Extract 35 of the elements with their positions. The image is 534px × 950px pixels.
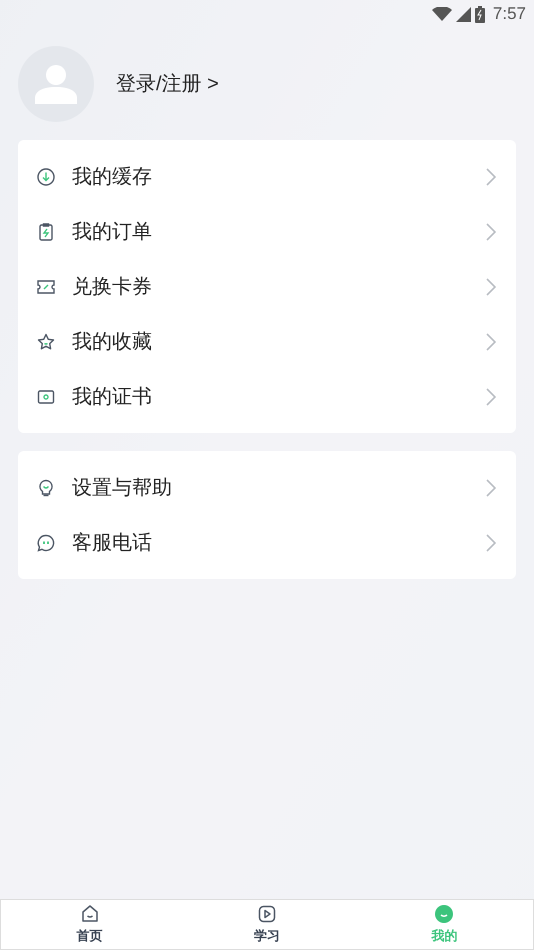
login-register-link[interactable]: 登录/注册 > — [116, 69, 219, 99]
chat-icon — [36, 532, 56, 552]
menu-item-label: 客服电话 — [72, 530, 153, 556]
chevron-right-icon — [486, 388, 496, 406]
nav-tab[interactable]: 首页 — [1, 900, 178, 949]
person-icon — [35, 64, 77, 104]
menu-item[interactable]: 我的缓存 — [18, 149, 516, 204]
status-time: 7:57 — [492, 3, 526, 26]
chevron-right-icon — [486, 332, 496, 350]
download-icon — [36, 166, 56, 186]
battery-icon — [474, 6, 485, 22]
chevron-right-icon — [486, 222, 496, 240]
wifi-icon — [432, 7, 452, 21]
menu-item-label: 设置与帮助 — [72, 476, 173, 500]
chevron-right-icon — [486, 278, 496, 296]
star-icon — [36, 332, 56, 352]
menu-item-label: 我的收藏 — [72, 330, 153, 354]
chevron-right-icon — [486, 478, 496, 496]
chevron-right-icon — [486, 534, 496, 552]
nav-tab[interactable]: 学习 — [178, 900, 356, 949]
home-icon — [80, 904, 100, 924]
menu-item[interactable]: 我的订单 — [18, 204, 516, 259]
smile-icon — [434, 904, 454, 924]
play-icon — [256, 904, 277, 924]
menu-item[interactable]: 设置与帮助 — [18, 460, 516, 515]
signal-icon — [456, 6, 471, 22]
menu-item[interactable]: 兑换卡券 — [18, 259, 516, 314]
menu-item-label: 我的缓存 — [72, 164, 153, 190]
menu-item[interactable]: 我的收藏 — [18, 314, 516, 369]
menu-item-label: 我的证书 — [72, 384, 153, 410]
menu-item-label: 兑换卡券 — [72, 274, 153, 300]
menu-item-label: 我的订单 — [72, 220, 153, 244]
chevron-right-icon — [486, 168, 496, 186]
menu-item[interactable]: 客服电话 — [18, 515, 516, 570]
menu-item[interactable]: 我的证书 — [18, 369, 516, 424]
